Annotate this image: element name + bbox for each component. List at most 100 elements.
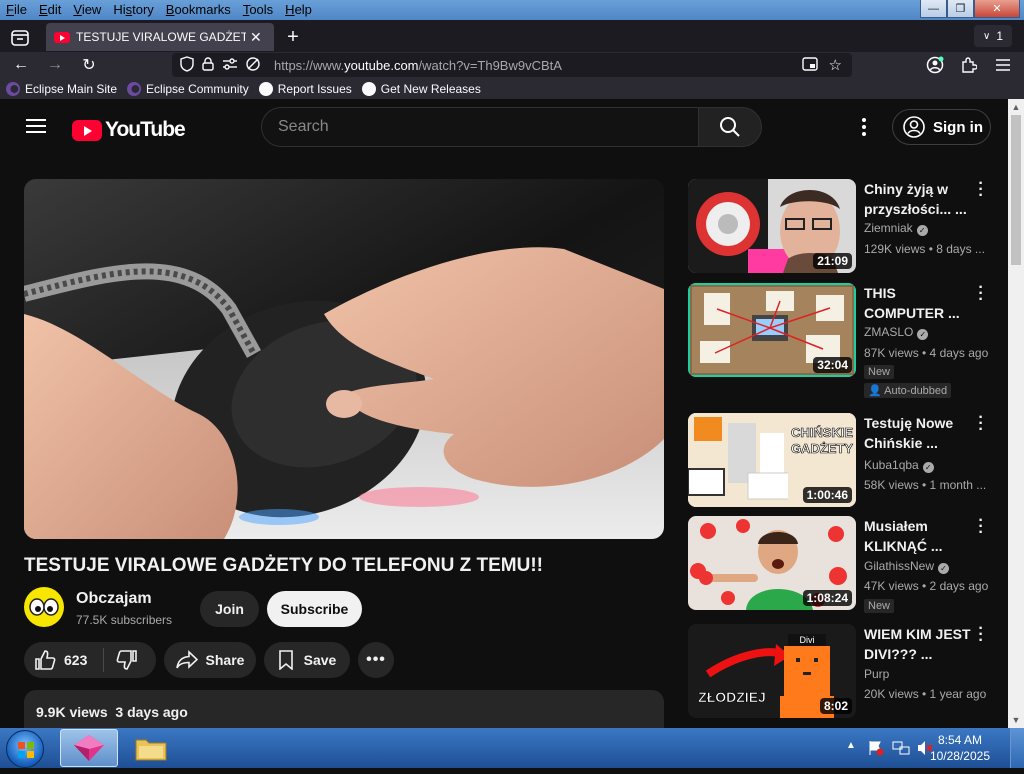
page-scrollbar[interactable]: ▲ ▼ <box>1008 99 1024 728</box>
reload-button[interactable]: ↻ <box>78 54 100 76</box>
close-tab-icon[interactable]: ✕ <box>250 29 262 46</box>
recommendation-channel[interactable]: Purp <box>864 667 889 681</box>
scroll-down-arrow-icon[interactable]: ▼ <box>1008 712 1024 728</box>
menu-help[interactable]: Help <box>279 0 318 20</box>
recommendation-title[interactable]: Chiny żyją w przyszłości... ... <box>864 179 974 219</box>
subscriber-count: 77.5K subscribers <box>76 613 173 627</box>
recommendation-thumbnail[interactable]: 21:09 <box>688 179 856 273</box>
share-button[interactable]: Share <box>164 642 256 678</box>
network-icon[interactable] <box>892 740 910 759</box>
recommendation-title[interactable]: THIS COMPUTER ... <box>864 283 974 323</box>
sign-in-button[interactable]: Sign in <box>892 109 991 145</box>
tab-list-button[interactable]: ∨ 1 <box>974 25 1012 47</box>
dislike-button[interactable] <box>116 649 138 671</box>
bookmark-star-icon[interactable]: ☆ <box>829 56 842 74</box>
menu-edit[interactable]: Edit <box>33 0 67 20</box>
taskbar-app-explorer[interactable] <box>122 729 180 767</box>
bookmark-report-issues[interactable]: Report Issues <box>258 81 352 96</box>
recommendation-channel[interactable]: GilathissNew ✓ <box>864 559 950 574</box>
scrollbar-thumb[interactable] <box>1011 115 1021 265</box>
show-hidden-icons-icon[interactable]: ▲ <box>846 740 856 751</box>
forward-button[interactable]: → <box>44 54 66 76</box>
recommendation-item[interactable]: 1:08:24 Musiałem KLIKNĄĆ ... GilathissNe… <box>688 513 1000 616</box>
extensions-button[interactable] <box>958 54 980 76</box>
address-bar[interactable]: https://www.youtube.com/watch?v=Th9Bw9vC… <box>172 53 852 77</box>
recommendation-item[interactable]: 32:04 THIS COMPUTER ... ZMASLO ✓ 87K view… <box>688 280 1000 403</box>
bookmark-eclipse-main[interactable]: Eclipse Main Site <box>6 81 117 96</box>
back-button[interactable]: ← <box>10 54 32 76</box>
like-button[interactable]: 623 <box>34 649 87 671</box>
recommendation-title[interactable]: Musiałem KLIKNĄĆ ... <box>864 516 974 556</box>
thumbnail-text: ZŁODZIEJ <box>698 689 766 705</box>
menu-tools[interactable]: Tools <box>237 0 279 20</box>
shield-icon[interactable] <box>180 55 194 75</box>
youtube-logo[interactable]: YouTube <box>72 118 186 142</box>
scroll-up-arrow-icon[interactable]: ▲ <box>1008 99 1024 115</box>
guide-menu-button[interactable] <box>26 118 46 139</box>
action-menu-icon[interactable]: · · · <box>976 513 986 541</box>
recommendation-title[interactable]: Testuję Nowe Chińskie ... <box>864 413 974 453</box>
account-button[interactable] <box>924 54 946 76</box>
recommendation-channel[interactable]: Kuba1qba ✓ <box>864 458 934 473</box>
video-duration: 21:09 <box>813 253 852 269</box>
show-desktop-button[interactable] <box>1010 728 1024 768</box>
recommendation-thumbnail[interactable]: Divi ZŁODZIEJ 8:02 <box>688 624 856 718</box>
recommendation-thumbnail[interactable]: CHIŃSKIE GADŻETY 1:00:46 <box>688 413 856 507</box>
picture-in-picture-icon[interactable] <box>802 57 818 76</box>
menu-history[interactable]: History <box>107 0 159 20</box>
lock-icon[interactable] <box>202 56 214 74</box>
action-center-flag-icon[interactable] <box>868 740 884 759</box>
save-button[interactable]: Save <box>264 642 350 678</box>
maximize-button[interactable]: ❐ <box>947 0 974 18</box>
recommendation-thumbnail[interactable]: 32:04 <box>688 283 856 377</box>
tab-bar: TESTUJE VIRALOWE GADŻETY D ✕ + ∨ 1 <box>0 20 1024 52</box>
sign-in-label: Sign in <box>933 118 983 136</box>
bookmark-new-releases[interactable]: Get New Releases <box>361 81 481 96</box>
video-player[interactable] <box>24 179 664 539</box>
autoplay-blocked-icon[interactable] <box>246 56 260 74</box>
action-menu-icon[interactable]: · · · <box>976 621 986 649</box>
recommendation-item[interactable]: Divi ZŁODZIEJ 8:02 WIEM KIM JEST DIVI???… <box>688 621 1000 724</box>
new-tab-button[interactable]: + <box>282 26 304 48</box>
recommendation-title[interactable]: WIEM KIM JEST DIVI??? ... <box>864 624 974 664</box>
navigation-bar: ← → ↻ https://www.youtube.com/watch?v=Th… <box>0 52 1024 78</box>
recommendation-item[interactable]: 21:09 Chiny żyją w przyszłości... ... Zi… <box>688 176 1000 279</box>
like-count: 623 <box>64 652 88 668</box>
thumbnail-text: CHIŃSKIE <box>791 425 853 440</box>
action-menu-icon[interactable]: · · · <box>976 280 986 308</box>
clock-date: 10/28/2025 <box>929 749 990 763</box>
minimize-button[interactable]: — <box>920 0 947 18</box>
bookmark-eclipse-community[interactable]: Eclipse Community <box>127 81 249 96</box>
url-path: /watch?v=Th9Bw9vCBtA <box>418 57 562 73</box>
settings-menu-button[interactable] <box>861 118 867 141</box>
channel-name[interactable]: Obczajam <box>76 590 152 608</box>
recommendation-channel[interactable]: ZMASLO ✓ <box>864 325 929 340</box>
taskbar-app-browser[interactable] <box>60 729 118 767</box>
channel-avatar[interactable] <box>24 587 64 627</box>
youtube-play-icon <box>72 119 102 141</box>
recommendation-meta: 87K views • 4 days ago <box>864 346 989 360</box>
action-menu-icon[interactable]: · · · <box>976 410 986 438</box>
recommendation-channel[interactable]: Ziemniak ✓ <box>864 221 928 236</box>
menu-file[interactable]: File <box>0 0 33 20</box>
app-menu-button[interactable] <box>992 54 1014 76</box>
permissions-icon[interactable] <box>222 57 238 73</box>
subscribe-button[interactable]: Subscribe <box>267 591 362 627</box>
menu-view[interactable]: View <box>67 0 107 20</box>
firefox-view-button[interactable] <box>6 26 34 50</box>
recommendation-item[interactable]: CHIŃSKIE GADŻETY 1:00:46 Testuję Nowe Ch… <box>688 410 1000 513</box>
join-button[interactable]: Join <box>200 591 259 627</box>
more-actions-button[interactable]: ••• <box>358 642 394 678</box>
video-title: TESTUJE VIRALOWE GADŻETY DO TELEFONU Z T… <box>24 555 543 576</box>
start-button[interactable] <box>6 730 44 768</box>
like-divider <box>103 648 105 672</box>
action-menu-icon[interactable]: · · · <box>976 176 986 204</box>
search-button[interactable] <box>698 107 762 147</box>
menu-bookmarks[interactable]: Bookmarks <box>160 0 237 20</box>
chevron-down-icon: ∨ <box>982 30 991 42</box>
recommendation-thumbnail[interactable]: 1:08:24 <box>688 516 856 610</box>
close-window-button[interactable]: ✕ <box>974 0 1020 18</box>
search-input[interactable]: Search <box>261 107 699 147</box>
system-clock[interactable]: 8:54 AM 10/28/2025 <box>930 732 990 764</box>
tab-youtube[interactable]: TESTUJE VIRALOWE GADŻETY D ✕ <box>46 23 274 51</box>
